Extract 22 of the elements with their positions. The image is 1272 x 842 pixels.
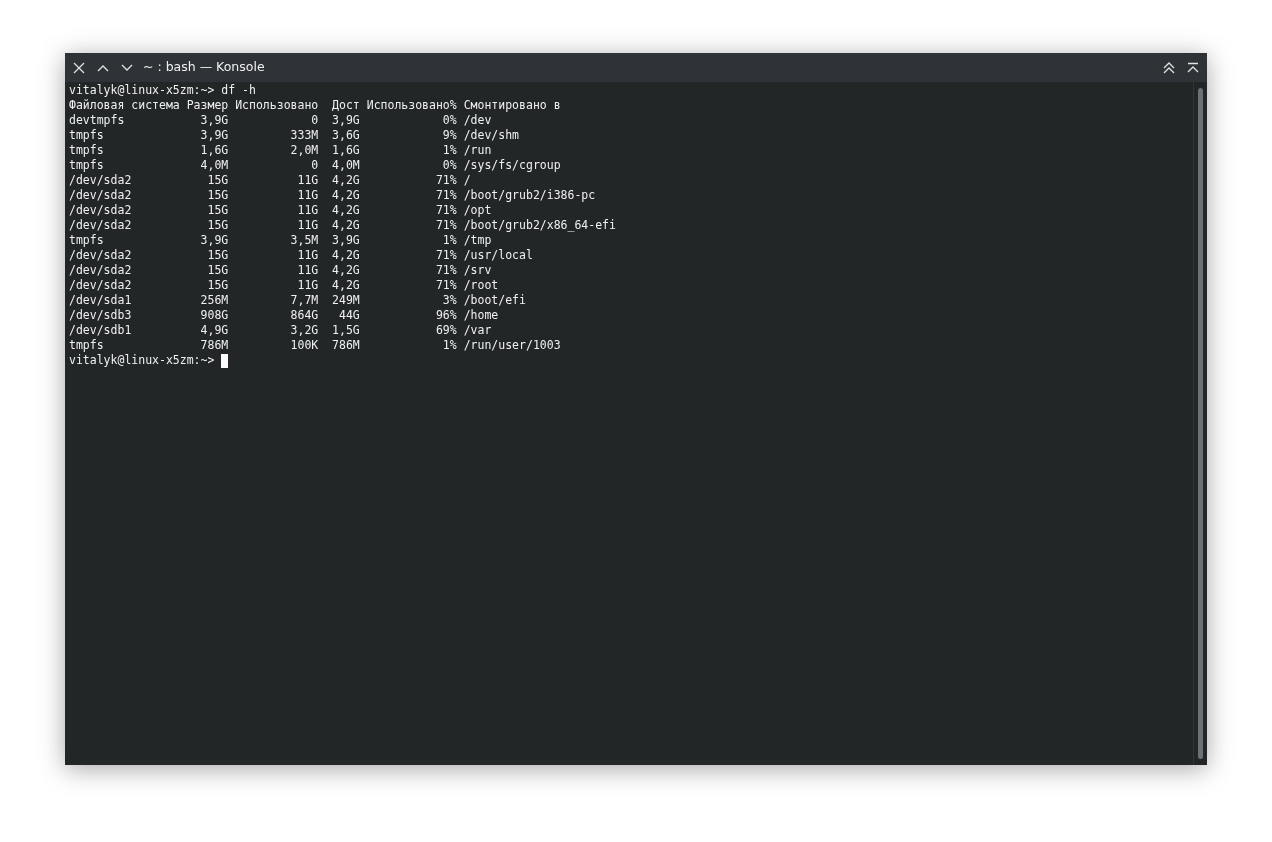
scrollbar-thumb[interactable] — [1198, 88, 1203, 759]
terminal-line: /dev/sda2 15G 11G 4,2G 71% /root — [69, 278, 499, 293]
terminal-line: /dev/sda2 15G 11G 4,2G 71% /boot/grub2/i386-pc — [69, 188, 596, 203]
terminal-line: /dev/sdb1 4,9G 3,2G 1,5G 69% /var — [69, 323, 492, 338]
terminal-line: tmpfs 3,9G 3,5M 3,9G 1% /tmp — [69, 233, 492, 248]
terminal-line: tmpfs 1,6G 2,0M 1,6G 1% /run — [69, 143, 492, 158]
terminal-line: /dev/sda2 15G 11G 4,2G 71% /boot/grub2/x86_64-efi — [69, 218, 616, 233]
terminal-line: /dev/sda2 15G 11G 4,2G 71% /opt — [69, 203, 492, 218]
terminal-line: Файловая система Размер Использовано Дост Использовано% Смонтировано в — [69, 98, 561, 113]
window-title: ~ : bash — Konsole — [143, 58, 265, 77]
terminal-line: /dev/sda2 15G 11G 4,2G 71% / — [69, 173, 471, 188]
terminal-line: /dev/sdb3 908G 864G 44G 96% /home — [69, 308, 499, 323]
cursor-icon — [221, 353, 229, 368]
terminal-line: /dev/sda1 256M 7,7M 249M 3% /boot/efi — [69, 293, 526, 308]
terminal-line: tmpfs 3,9G 333M 3,6G 9% /dev/shm — [69, 128, 520, 143]
terminal-prompt: vitalyk@linux-x5zm:~> — [69, 353, 215, 368]
terminal-line: /dev/sda2 15G 11G 4,2G 71% /usr/local — [69, 248, 533, 263]
terminal-line: devtmpfs 3,9G 0 3,9G 0% /dev — [69, 113, 492, 128]
terminal-line: /dev/sda2 15G 11G 4,2G 71% /srv — [69, 263, 492, 278]
terminal-line: tmpfs 786M 100K 786M 1% /run/user/1003 — [69, 338, 561, 353]
terminal-line: vitalyk@linux-x5zm:~> df -h — [69, 83, 256, 98]
terminal-line: tmpfs 4,0M 0 4,0M 0% /sys/fs/cgroup — [69, 158, 561, 173]
